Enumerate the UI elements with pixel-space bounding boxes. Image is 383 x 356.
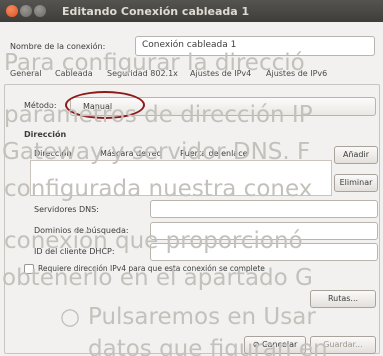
dns-input[interactable] (150, 200, 378, 218)
title-bar: Editando Conexión cableada 1 (0, 0, 383, 22)
overlay-line-8: datos que figuran en (88, 336, 328, 356)
address-heading: Dirección (24, 130, 67, 139)
overlay-line-4: configurada nuestra conex (4, 176, 313, 202)
maximize-icon[interactable] (34, 5, 46, 17)
overlay-line-1: Para configurar la direcció (4, 50, 305, 76)
window-title: Editando Conexión cableada 1 (62, 5, 250, 18)
overlay-line-2: parámetros de dirección IP (4, 102, 313, 128)
overlay-line-7: Pulsaremos en Usar (88, 304, 316, 330)
routes-button[interactable]: Rutas... (310, 290, 376, 308)
close-icon[interactable] (6, 5, 18, 17)
minimize-icon[interactable] (20, 5, 32, 17)
overlay-line-5: conexión que proporcionó (4, 228, 303, 254)
overlay-line-3: Gateway y servidor DNS. F (2, 139, 311, 165)
add-button[interactable]: Añadir (334, 146, 378, 164)
remove-button[interactable]: Eliminar (334, 174, 378, 192)
overlay-bullet: ○ (60, 304, 81, 330)
dns-label: Servidores DNS: (34, 205, 99, 214)
connection-editor-window: Editando Conexión cableada 1 Nombre de l… (0, 0, 383, 356)
overlay-line-6: obtenerlo en el apartado G (2, 265, 313, 291)
